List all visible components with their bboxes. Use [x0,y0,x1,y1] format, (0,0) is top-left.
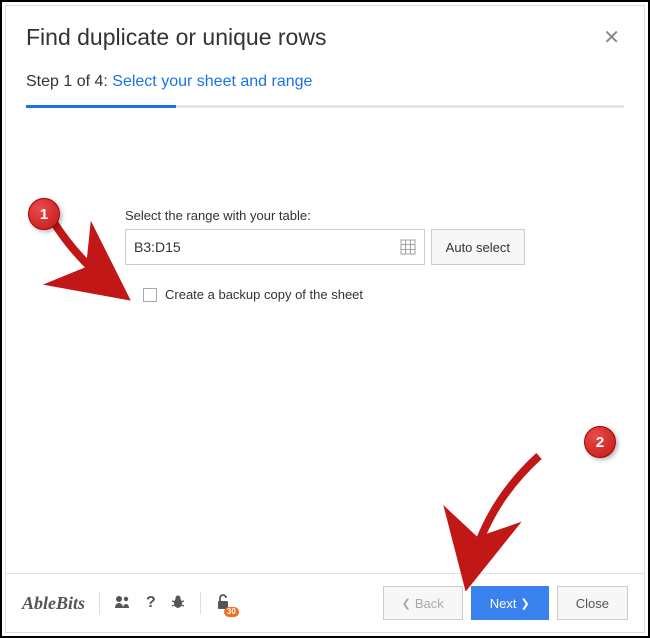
range-input[interactable] [134,239,400,255]
range-input-wrapper[interactable] [125,229,425,265]
chevron-left-icon: ❮ [402,597,411,610]
dialog-footer: AbleBits ? 30 ❮ Back [6,573,644,632]
unlock-badge: 30 [224,607,239,617]
annotation-callout-1: 1 [28,198,60,230]
dialog-find-duplicates: Find duplicate or unique rows ✕ Step 1 o… [5,5,645,633]
annotation-callout-2: 2 [584,426,616,458]
footer-separator [99,592,100,614]
next-label: Next [490,596,517,611]
auto-select-button[interactable]: Auto select [431,229,525,265]
close-button[interactable]: Close [557,586,628,620]
next-button[interactable]: Next ❯ [471,586,549,620]
backup-checkbox-row[interactable]: Create a backup copy of the sheet [125,287,525,302]
backup-label: Create a backup copy of the sheet [165,287,363,302]
back-button[interactable]: ❮ Back [383,586,463,620]
dialog-header: Find duplicate or unique rows ✕ [6,6,644,61]
close-icon[interactable]: ✕ [599,25,624,50]
step-link[interactable]: Select your sheet and range [112,73,312,90]
chevron-right-icon: ❯ [521,597,530,610]
step-indicator: Step 1 of 4: Select your sheet and range [6,61,644,97]
dialog-body: Select the range with your table: Auto s… [6,108,644,573]
brand-logo: AbleBits [22,593,85,614]
backup-checkbox[interactable] [143,288,157,302]
help-icon[interactable]: ? [146,594,156,612]
users-icon[interactable] [114,595,132,612]
dialog-title: Find duplicate or unique rows [26,24,326,51]
back-label: Back [415,596,444,611]
range-label: Select the range with your table: [125,208,525,223]
bug-icon[interactable] [170,594,186,613]
step-prefix: Step 1 of 4: [26,73,112,90]
footer-separator-2 [200,592,201,614]
unlock-icon[interactable]: 30 [215,593,231,614]
grid-select-icon[interactable] [400,239,416,255]
